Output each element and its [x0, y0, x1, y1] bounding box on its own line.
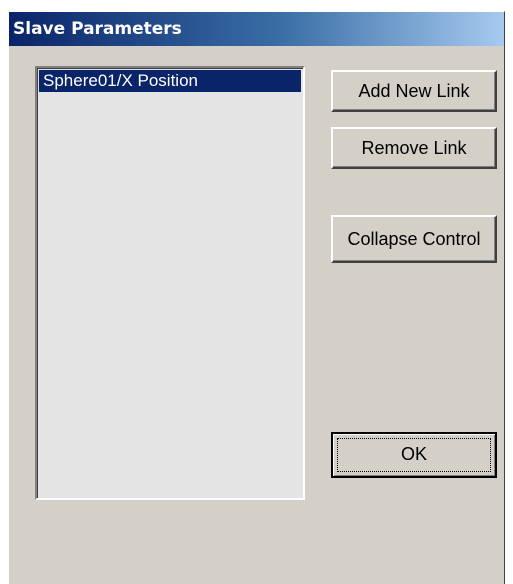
ok-label: OK [400, 444, 427, 464]
list-item-sphere01-x-position[interactable]: Sphere01/X Position [39, 70, 301, 92]
list-item-label: Sphere01/X Position [43, 71, 198, 90]
remove-link-button[interactable]: Remove Link [331, 127, 497, 169]
add-new-link-label: Add New Link [358, 81, 470, 101]
remove-link-label: Remove Link [361, 138, 467, 158]
collapse-control-label: Collapse Control [347, 229, 481, 249]
ok-button[interactable]: OK [331, 432, 497, 478]
dialog-title-bar[interactable]: Slave Parameters [9, 12, 504, 46]
add-new-link-button[interactable]: Add New Link [331, 70, 497, 112]
slave-parameters-dialog: Slave Parameters Sphere01/X Position Add… [8, 11, 505, 584]
collapse-control-button[interactable]: Collapse Control [331, 215, 497, 263]
dialog-title: Slave Parameters [13, 19, 182, 39]
links-listbox[interactable]: Sphere01/X Position [35, 66, 305, 500]
